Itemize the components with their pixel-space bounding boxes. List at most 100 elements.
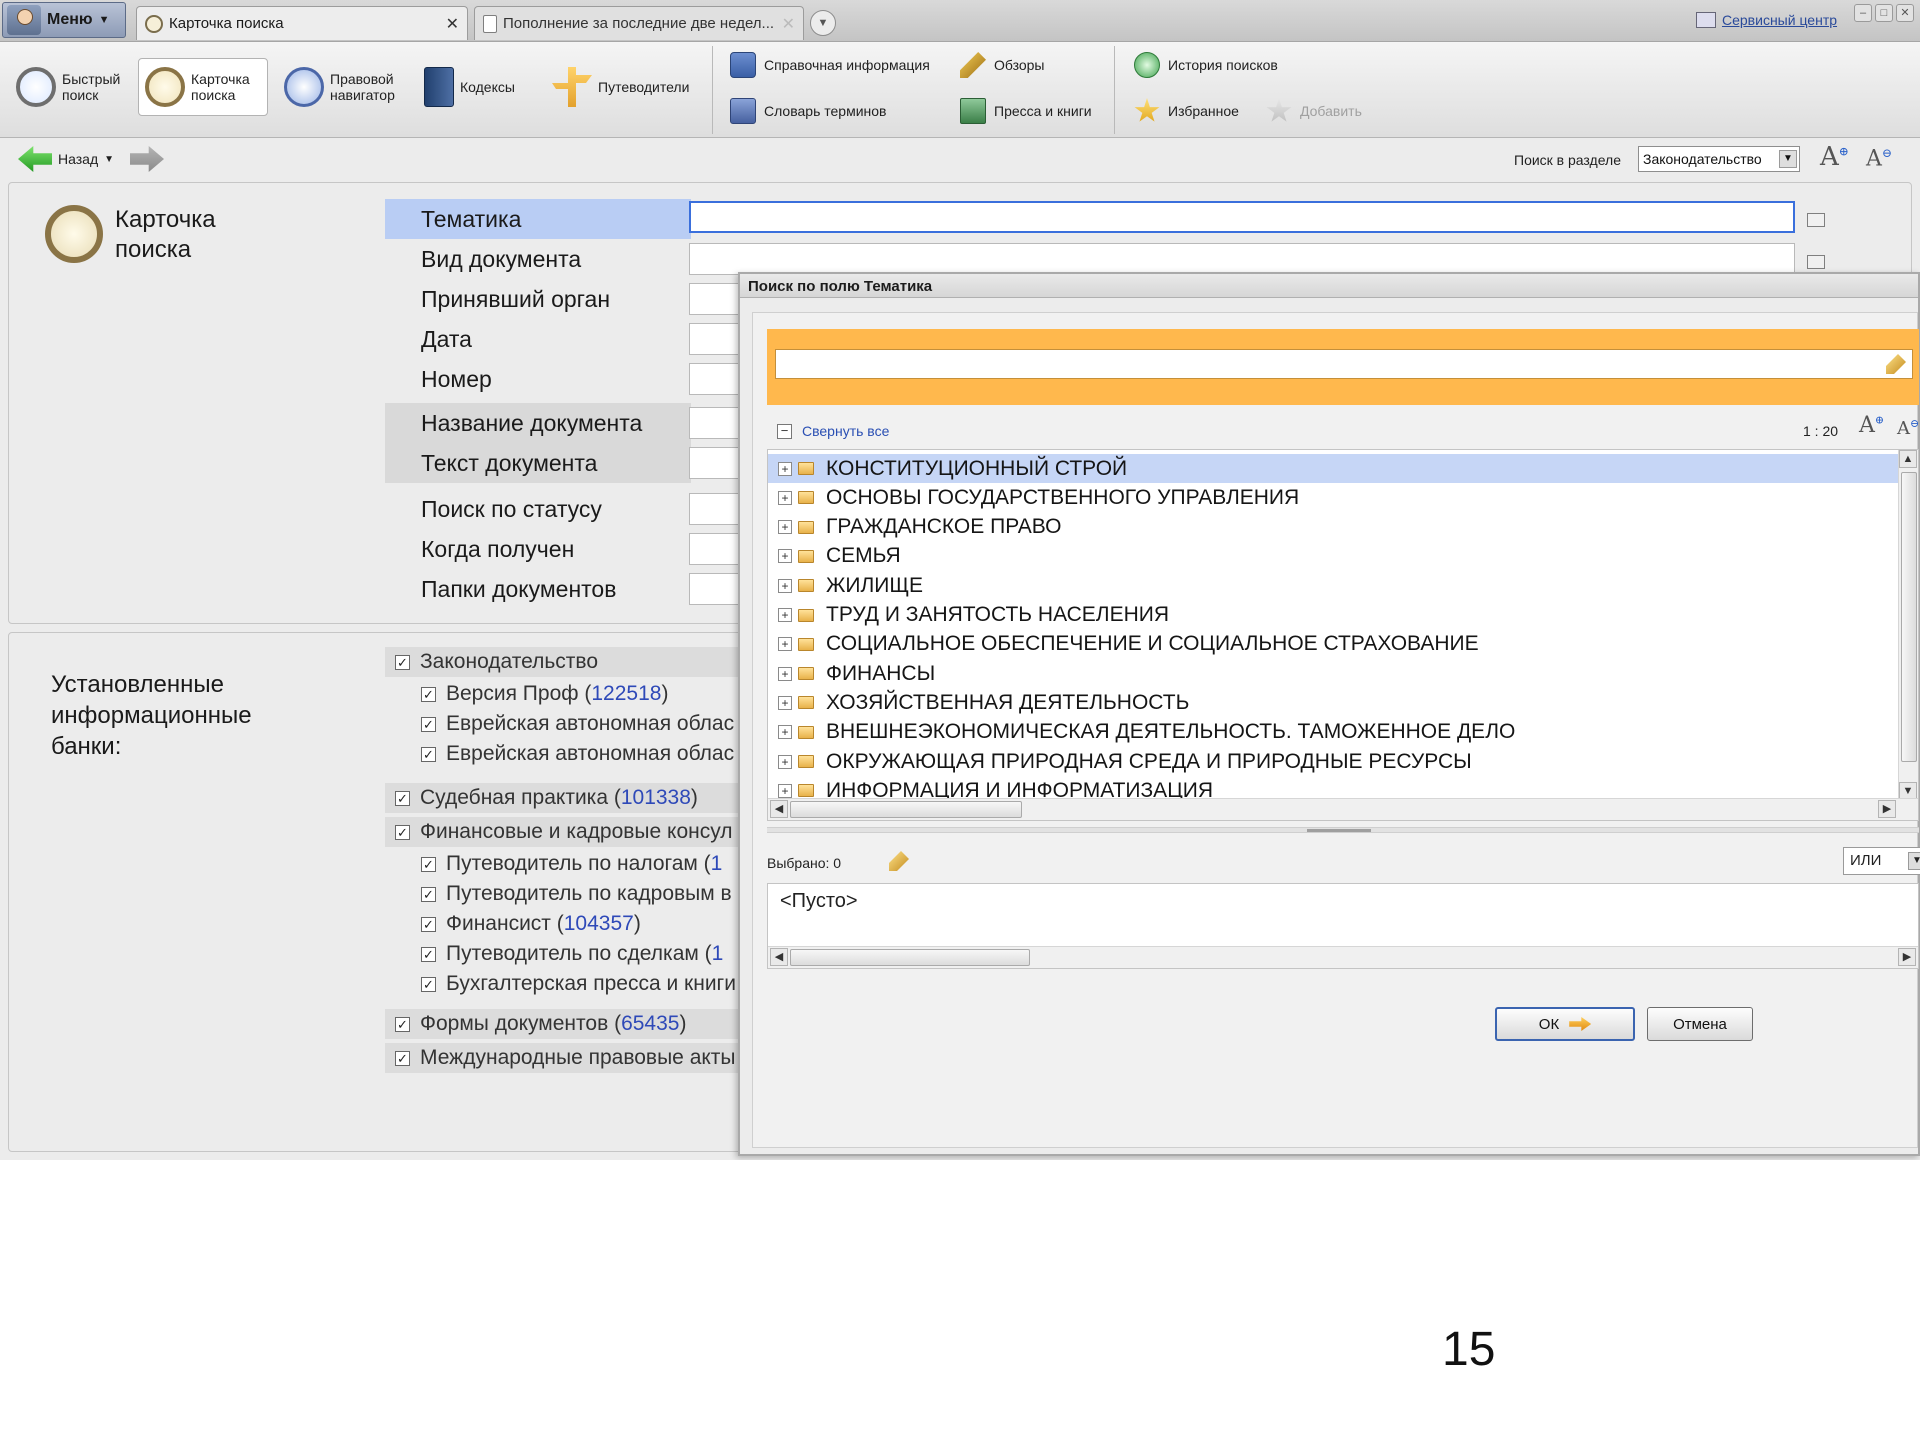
field-label-doc-type[interactable]: Вид документа [385, 239, 691, 279]
expand-icon[interactable]: + [778, 549, 792, 564]
checkbox[interactable]: ✓ [421, 886, 436, 902]
close-icon[interactable]: ✕ [446, 14, 459, 34]
bank-item[interactable]: ✓ Формы документов (65435) [385, 1009, 745, 1039]
scroll-thumb[interactable] [790, 949, 1030, 966]
quick-search-button[interactable]: Быстрый поиск [10, 58, 130, 116]
font-decrease-button[interactable]: A⊖ [1866, 146, 1892, 171]
selected-items-box[interactable]: <Пусто> ◀ ▶ [767, 883, 1919, 969]
scroll-left-button[interactable]: ◀ [770, 800, 788, 818]
checkbox[interactable]: ✓ [395, 824, 410, 840]
bank-item[interactable]: ✓ Версия Проф (122518) [421, 679, 668, 709]
font-increase-button[interactable]: A⊕ [1859, 413, 1884, 438]
field-label-doc-name[interactable]: Название документа [385, 403, 691, 443]
checkbox[interactable]: ✓ [421, 976, 436, 992]
collapse-all-button[interactable]: − Свернуть все [777, 423, 889, 439]
font-decrease-button[interactable]: A⊖ [1897, 417, 1919, 439]
field-label-date[interactable]: Дата [385, 319, 691, 359]
bank-item[interactable]: ✓ Международные правовые акты [385, 1043, 745, 1073]
tree-item[interactable]: + ХОЗЯЙСТВЕННАЯ ДЕЯТЕЛЬНОСТЬ [768, 688, 1898, 717]
back-button[interactable]: Назад ▼ [18, 146, 114, 172]
bank-item[interactable]: ✓ Бухгалтерская пресса и книги [421, 969, 736, 999]
scroll-thumb[interactable] [790, 801, 1022, 818]
vertical-scrollbar[interactable]: ▲ ▼ [1898, 450, 1918, 800]
expand-icon[interactable]: + [778, 608, 792, 622]
tree-item[interactable]: + СОЦИАЛЬНОЕ ОБЕСПЕЧЕНИЕ И СОЦИАЛЬНОЕ СТР… [768, 630, 1898, 659]
expand-icon[interactable]: + [778, 754, 792, 769]
add-favorite-button[interactable]: Добавить [1266, 96, 1362, 126]
checkbox[interactable]: ✓ [395, 654, 410, 670]
checkbox[interactable]: ✓ [421, 686, 436, 702]
scroll-right-button[interactable]: ▶ [1878, 800, 1896, 818]
minimize-button[interactable]: – [1854, 4, 1872, 22]
guides-button[interactable]: Путеводители [546, 58, 706, 116]
codes-button[interactable]: Кодексы [418, 58, 538, 116]
scroll-up-button[interactable]: ▲ [1899, 450, 1917, 468]
scroll-thumb[interactable] [1901, 472, 1917, 762]
horizontal-scrollbar[interactable]: ◀ ▶ [768, 946, 1918, 968]
glossary-button[interactable]: Словарь терминов [730, 96, 887, 126]
tree-item[interactable]: + СЕМЬЯ [768, 542, 1898, 571]
tree-item[interactable]: + ВНЕШНЕЭКОНОМИЧЕСКАЯ ДЕЯТЕЛЬНОСТЬ. ТАМОЖ… [768, 718, 1898, 747]
eraser-icon[interactable] [1886, 354, 1906, 374]
bank-item[interactable]: ✓ Законодательство [385, 647, 745, 677]
ok-button[interactable]: ОК [1495, 1007, 1635, 1041]
logic-operator-select[interactable]: ИЛИ ▼ [1843, 847, 1920, 875]
favorites-button[interactable]: Избранное [1134, 96, 1239, 126]
expand-icon[interactable]: + [778, 461, 792, 476]
expand-icon[interactable]: + [778, 666, 792, 681]
field-label-folders[interactable]: Папки документов [385, 569, 691, 609]
scroll-left-button[interactable]: ◀ [770, 948, 788, 966]
search-card-button[interactable]: Карточка поиска [138, 58, 268, 116]
checkbox[interactable]: ✓ [421, 716, 436, 732]
expand-icon[interactable]: + [778, 490, 792, 505]
tree-item[interactable]: + ФИНАНСЫ [768, 659, 1898, 688]
bank-item[interactable]: ✓ Финансовые и кадровые консул [385, 817, 745, 847]
tab-search-card[interactable]: Карточка поиска ✕ [136, 6, 468, 40]
checkbox[interactable]: ✓ [395, 790, 410, 806]
bank-item[interactable]: ✓ Путеводитель по сделкам (1 [421, 939, 723, 969]
expand-icon[interactable]: + [778, 725, 792, 740]
font-increase-button[interactable]: A⊕ [1820, 142, 1849, 172]
field-label-received[interactable]: Когда получен [385, 529, 691, 569]
tree-item[interactable]: + ГРАЖДАНСКОЕ ПРАВО [768, 513, 1898, 542]
expand-icon[interactable]: + [778, 637, 792, 652]
expand-icon[interactable]: + [778, 578, 792, 593]
close-window-button[interactable]: ✕ [1896, 4, 1914, 22]
legal-navigator-button[interactable]: Правовой навигатор [278, 58, 408, 116]
bank-item[interactable]: ✓ Путеводитель по кадровым в [421, 879, 732, 909]
field-label-status[interactable]: Поиск по статусу [385, 489, 691, 529]
bank-item[interactable]: ✓ Еврейская автономная облас [421, 739, 734, 769]
tree-item[interactable]: + ОКРУЖАЮЩАЯ ПРИРОДНАЯ СРЕДА И ПРИРОДНЫЕ … [768, 747, 1898, 776]
checkbox[interactable]: ✓ [421, 856, 436, 872]
tree-item[interactable]: + ТРУД И ЗАНЯТОСТЬ НАСЕЛЕНИЯ [768, 601, 1898, 630]
field-label-number[interactable]: Номер [385, 359, 691, 399]
bank-item[interactable]: ✓ Судебная практика (101338) [385, 783, 745, 813]
tab-list-dropdown[interactable]: ▼ [810, 10, 836, 36]
close-icon[interactable]: ✕ [782, 14, 795, 34]
chevron-down-icon[interactable]: ▼ [104, 154, 114, 165]
expand-icon[interactable]: + [778, 520, 792, 535]
field-label-authority[interactable]: Принявший орган [385, 279, 691, 319]
menu-button[interactable]: Меню ▼ [2, 2, 126, 38]
maximize-button[interactable]: □ [1875, 4, 1893, 22]
press-books-button[interactable]: Пресса и книги [960, 96, 1092, 126]
reviews-button[interactable]: Обзоры [960, 50, 1045, 80]
horizontal-scrollbar[interactable]: ◀ ▶ [768, 798, 1918, 820]
bank-item[interactable]: ✓ Путеводитель по налогам (1 [421, 849, 722, 879]
tree-item[interactable]: + ЖИЛИЩЕ [768, 571, 1898, 600]
section-select[interactable]: Законодательство ▼ [1638, 146, 1800, 172]
topic-picker-button[interactable] [1807, 213, 1825, 227]
expand-icon[interactable]: + [778, 695, 792, 710]
cancel-button[interactable]: Отмена [1647, 1007, 1753, 1041]
scroll-right-button[interactable]: ▶ [1898, 948, 1916, 966]
bank-item[interactable]: ✓ Финансист (104357) [421, 909, 641, 939]
forward-button[interactable] [130, 146, 164, 172]
service-center-link[interactable]: Сервисный центр [1696, 12, 1837, 28]
tree-item[interactable]: + КОНСТИТУЦИОННЫЙ СТРОЙ [768, 454, 1898, 483]
expand-icon[interactable]: + [778, 783, 792, 798]
panel-splitter[interactable] [767, 827, 1919, 833]
doc-type-input[interactable] [689, 243, 1795, 275]
search-history-button[interactable]: История поисков [1134, 50, 1278, 80]
bank-item[interactable]: ✓ Еврейская автономная облас [421, 709, 734, 739]
tree-item[interactable]: + ОСНОВЫ ГОСУДАРСТВЕННОГО УПРАВЛЕНИЯ [768, 483, 1898, 512]
